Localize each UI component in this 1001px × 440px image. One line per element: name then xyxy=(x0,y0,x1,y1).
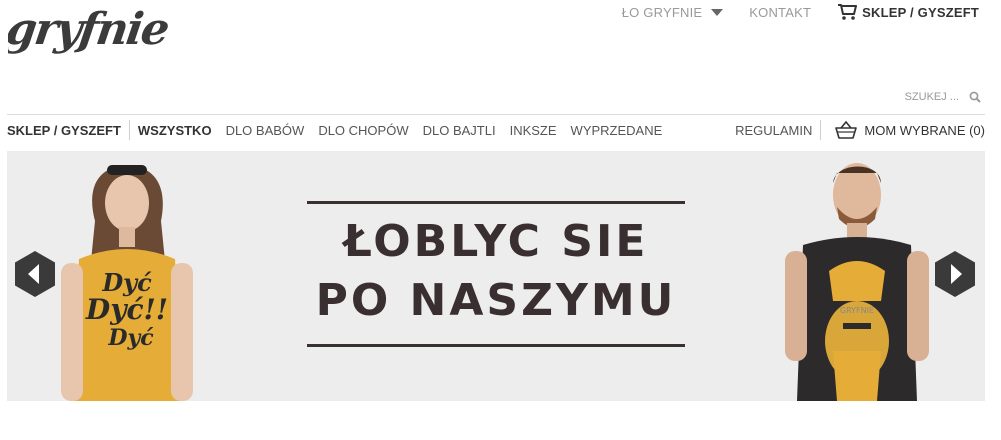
about-dropdown[interactable]: ŁO GRYFNIE xyxy=(622,5,724,20)
man-model-photo: GRYFNIE xyxy=(785,163,929,401)
shirt-logo-text: GRYFNIE xyxy=(840,306,874,315)
hero-banner: Dyć Dyć!! Dyć GRYFNIE ŁOBLYC SIE PO NASZ… xyxy=(7,151,985,401)
chevron-left-icon xyxy=(15,251,55,297)
headline-rule-top xyxy=(307,201,685,204)
shirt-text-3: Dyć xyxy=(107,325,154,351)
search-button[interactable] xyxy=(969,91,981,103)
main-navigation: SKLEP / GYSZEFT WSZYSTKO DLO BABÓW DLO C… xyxy=(7,115,985,145)
terms-link[interactable]: REGULAMIN xyxy=(735,123,812,138)
contact-link[interactable]: KONTAKT xyxy=(749,5,811,20)
cart-icon xyxy=(838,4,858,20)
headline-rule-bottom xyxy=(307,344,685,347)
contact-label: KONTAKT xyxy=(749,4,812,20)
category-sale[interactable]: WYPRZEDANE xyxy=(571,123,663,138)
category-women[interactable]: DLO BABÓW xyxy=(226,123,305,138)
category-men[interactable]: DLO CHOPÓW xyxy=(318,123,408,138)
top-navigation: ŁO GRYFNIE KONTAKT SKLEP / GYSZEFT xyxy=(622,2,979,22)
dropdown-caret-icon xyxy=(711,8,724,16)
category-other[interactable]: INKSZE xyxy=(510,123,557,138)
search-icon xyxy=(969,91,981,103)
shop-section-title: SKLEP / GYSZEFT xyxy=(7,122,121,138)
search-input[interactable] xyxy=(889,91,959,103)
shirt-text-2: Dyć!! xyxy=(85,293,168,326)
gryfnie-logo[interactable]: gryfnie xyxy=(8,2,178,66)
category-kids[interactable]: DLO BAJTLI xyxy=(423,123,496,138)
nav-separator xyxy=(820,120,822,140)
nav-separator xyxy=(128,120,130,140)
basket-button[interactable]: MOM WYBRANE (0) xyxy=(835,120,985,140)
headline-line-2: PO NASZYMU xyxy=(315,275,677,326)
shop-label: SKLEP / GYSZEFT xyxy=(862,4,979,20)
headline-line-1: ŁOBLYC SIE xyxy=(343,216,649,267)
basket-icon xyxy=(835,120,858,139)
woman-model-photo: Dyć Dyć!! Dyć xyxy=(61,165,193,401)
chevron-right-icon xyxy=(935,251,975,297)
banner-headline: ŁOBLYC SIE PO NASZYMU xyxy=(307,201,685,347)
logo-text: gryfnie xyxy=(8,3,172,55)
search-box xyxy=(889,88,985,106)
slider-prev-button[interactable] xyxy=(15,251,55,297)
shop-link[interactable]: SKLEP / GYSZEFT xyxy=(837,3,979,21)
about-label: ŁO GRYFNIE xyxy=(621,4,703,20)
basket-label: MOM WYBRANE (0) xyxy=(864,122,985,138)
category-all[interactable]: WSZYSTKO xyxy=(138,123,212,138)
slider-next-button[interactable] xyxy=(935,251,975,297)
